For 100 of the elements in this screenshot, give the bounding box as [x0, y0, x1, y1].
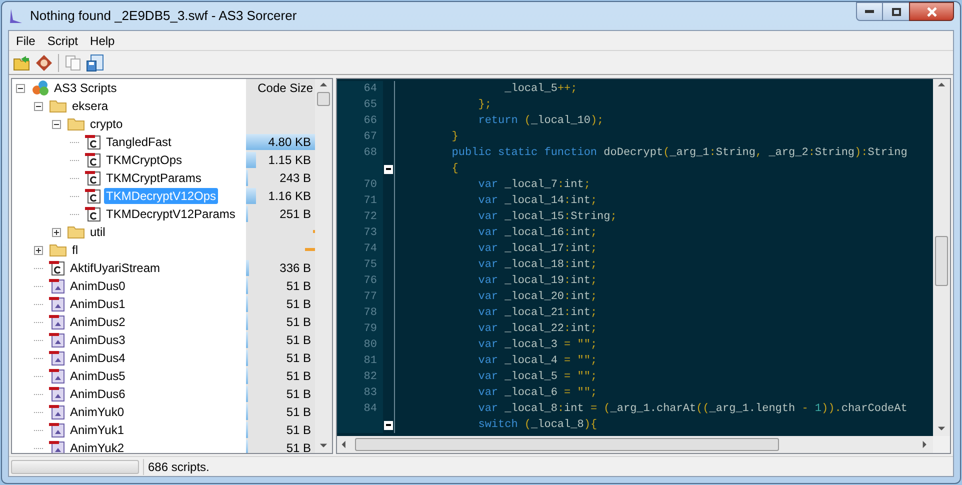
code-line: } [450, 130, 458, 145]
code-size: 51 B [286, 278, 311, 295]
menu-item[interactable]: Script [42, 32, 84, 50]
class-file-icon [49, 260, 65, 276]
line-number: 84 [364, 402, 377, 417]
line-number: 71 [364, 194, 377, 209]
expand-toggle-icon[interactable] [52, 228, 61, 236]
code-size: 51 B [286, 350, 311, 367]
tree-item[interactable]: AnimDus3 [68, 332, 128, 348]
tree-item[interactable]: AnimDus4 [68, 350, 128, 366]
code-line: var _local_22:int; [477, 322, 598, 337]
close-icon [926, 6, 938, 16]
cubes-icon [31, 80, 49, 96]
code-line: _local_5++; [504, 82, 578, 97]
tree-item[interactable]: util [88, 224, 108, 240]
minimize-button[interactable] [856, 2, 883, 21]
tree-item[interactable]: fl [70, 242, 80, 258]
class-file-icon [85, 170, 101, 186]
maximize-button[interactable] [883, 2, 909, 21]
sprite-file-icon [49, 350, 65, 366]
folder-icon [67, 225, 85, 239]
line-number: 77 [364, 290, 377, 305]
tree-item[interactable]: AnimDus0 [68, 278, 128, 294]
collapse-toggle-icon[interactable] [16, 84, 25, 92]
collapse-toggle-icon[interactable] [52, 120, 61, 128]
tree-item[interactable]: AktifUyariStream [68, 260, 162, 276]
folder-icon [49, 243, 67, 257]
tree-item[interactable]: TKMDecryptV12Params [104, 206, 238, 222]
tree-item[interactable]: eksera [70, 98, 110, 114]
folder-icon [67, 117, 85, 131]
code-size: 1.15 KB [268, 152, 311, 169]
vertical-scrollbar[interactable] [315, 79, 332, 453]
folder-icon [49, 99, 67, 113]
sprite-file-icon [49, 368, 65, 384]
code-line: }; [477, 98, 492, 113]
line-number: 75 [364, 258, 377, 273]
code-size: 51 B [286, 422, 311, 439]
code-line: var _local_8:int = (_arg_1.charAt((_arg_1.length - 1)).charCodeAt [477, 402, 908, 417]
code-line: var _local_20:int; [477, 290, 598, 305]
code-vertical-scrollbar[interactable] [933, 79, 950, 436]
code-size: 51 B [286, 368, 311, 385]
line-number: 83 [364, 386, 377, 401]
sprite-file-icon [49, 422, 65, 438]
tree-item[interactable]: AnimDus5 [68, 368, 128, 384]
expand-toggle-icon[interactable] [34, 246, 43, 254]
code-size: 243 B [280, 170, 311, 187]
open-folder-icon[interactable] [12, 54, 32, 72]
code-size: 51 B [286, 296, 311, 313]
sprite-file-icon [49, 314, 65, 330]
sprite-file-icon [49, 440, 65, 453]
tree-item[interactable]: AnimDus2 [68, 314, 128, 330]
code-line: var _local_18:int; [477, 258, 598, 273]
tree-item[interactable]: TangledFast [104, 134, 174, 150]
line-number: 74 [364, 242, 377, 257]
close-button[interactable] [909, 2, 954, 21]
class-file-icon [85, 188, 101, 204]
tree-item[interactable]: AnimYuk1 [68, 422, 126, 438]
line-number: 68 [364, 146, 377, 161]
tree-item[interactable]: AnimDus1 [68, 296, 128, 312]
scroll-thumb[interactable] [317, 92, 330, 106]
tree-item[interactable]: AnimYuk0 [68, 404, 126, 420]
code-size: 4.80 KB [268, 134, 311, 151]
save-script-icon[interactable] [85, 54, 105, 72]
code-size: 51 B [286, 314, 311, 331]
menu-item[interactable]: File [11, 32, 40, 50]
code-size: 1.16 KB [268, 188, 311, 205]
code-editor[interactable] [337, 79, 933, 436]
menu-item[interactable]: Help [85, 32, 120, 50]
collapse-toggle-icon[interactable] [34, 102, 43, 110]
horizontal-scrollbar[interactable] [337, 436, 933, 453]
line-number: 72 [364, 210, 377, 225]
tree-item[interactable]: TKMCryptParams [104, 170, 204, 186]
code-line: var _local_4 = ""; [477, 354, 598, 369]
code-line: var _local_14:int; [477, 194, 598, 209]
tree-item[interactable]: crypto [88, 116, 125, 132]
code-size: 51 B [286, 440, 311, 453]
line-number: 82 [364, 370, 377, 385]
sprite-file-icon [49, 278, 65, 294]
scroll-thumb[interactable] [935, 236, 948, 286]
code-size: 251 B [280, 206, 311, 223]
maximize-icon [892, 8, 900, 16]
tree-item[interactable]: TKMCryptOps [104, 152, 184, 168]
scroll-thumb[interactable] [355, 438, 779, 451]
code-line: var _local_15:String; [477, 210, 617, 225]
line-number: 70 [364, 178, 377, 193]
tree-item[interactable]: AnimDus6 [68, 386, 128, 402]
tree-item[interactable]: AS3 Scripts [52, 80, 119, 96]
status-text: 686 scripts. [148, 458, 210, 476]
code-line: var _local_3 = ""; [477, 338, 598, 353]
code-line: var _local_5 = ""; [477, 370, 598, 385]
line-number: 64 [364, 82, 377, 97]
code-size: 336 B [280, 260, 311, 277]
info-icon[interactable] [34, 54, 54, 72]
class-file-icon [85, 152, 101, 168]
fold-toggle-icon[interactable] [384, 164, 393, 174]
minimize-icon [865, 10, 874, 13]
code-line: public static function doDecrypt(_arg_1:String, _arg_2:String):String [450, 146, 908, 161]
column-header[interactable]: Code Size [246, 79, 315, 97]
tree-item[interactable]: AnimYuk2 [68, 440, 126, 453]
fold-toggle-icon[interactable] [384, 420, 393, 430]
